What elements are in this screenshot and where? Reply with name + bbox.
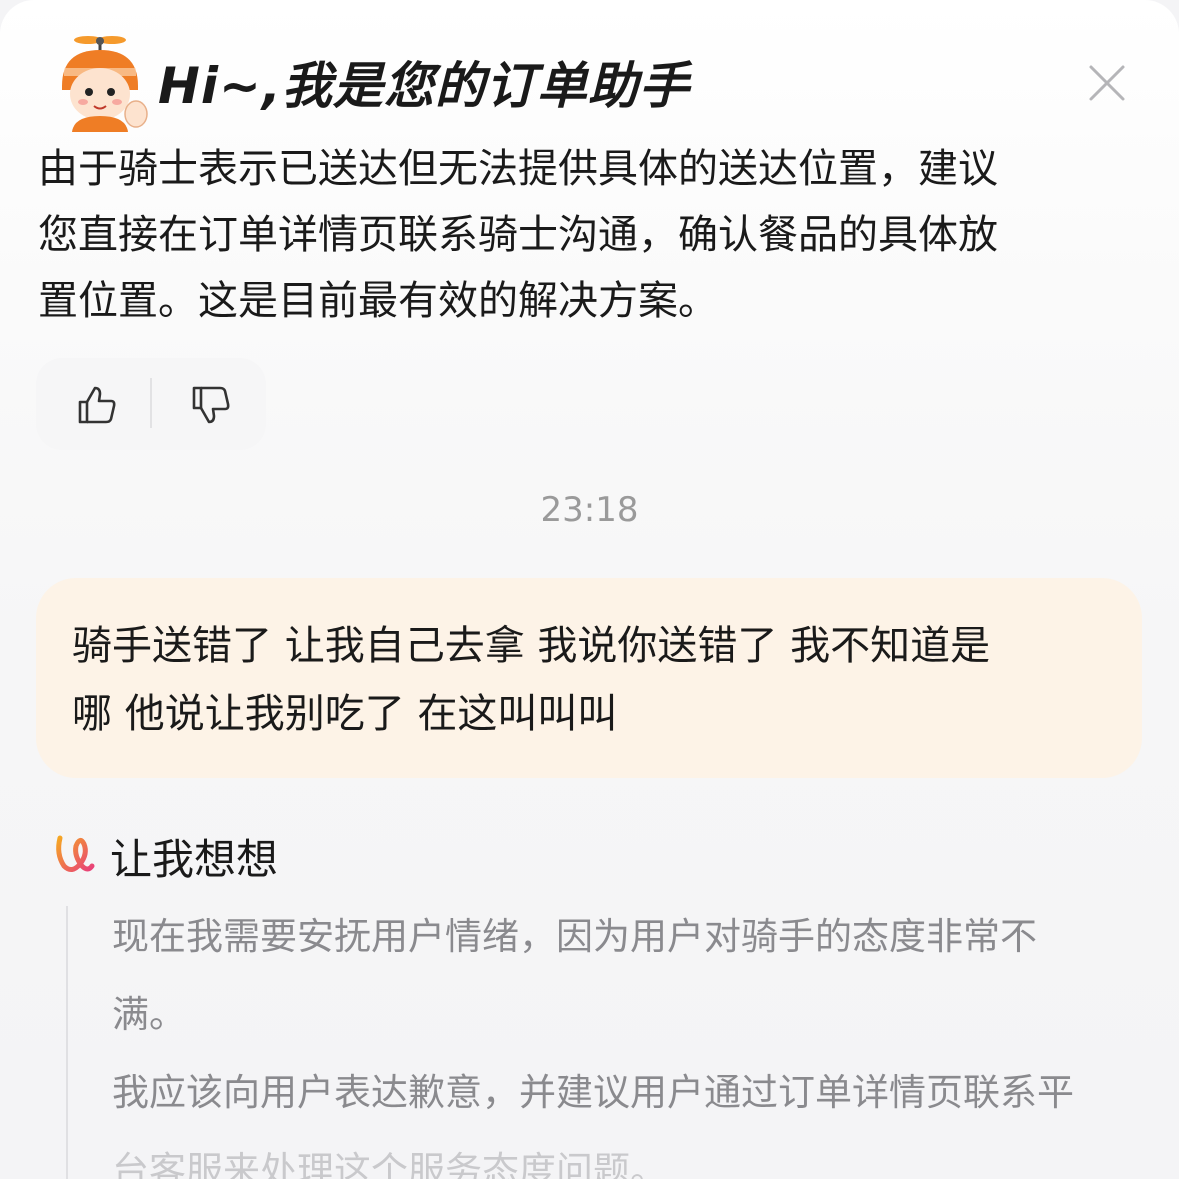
thinking-icon bbox=[56, 835, 95, 872]
assistant-message-line: 置位置。这是目前最有效的解决方案。 bbox=[38, 278, 718, 324]
assistant-message: 由于骑士表示已送达但无法提供具体的送达位置，建议 您直接在订单详情页联系骑士沟通… bbox=[38, 136, 1138, 334]
thinking-line: 现在我需要安抚用户情绪，因为用户对骑手的态度非常不 bbox=[112, 915, 1037, 958]
user-message: 骑手送错了 让我自己去拿 我说你送错了 我不知道是 哪 他说让我别吃了 在这叫叫… bbox=[72, 612, 1122, 748]
chat-panel: Hi~,我是您的订单助手 由于骑士表示已送达但无法提供具体的送达位置，建议 您直… bbox=[0, 0, 1179, 1179]
user-message-bubble: 骑手送错了 让我自己去拿 我说你送错了 我不知道是 哪 他说让我别吃了 在这叫叫… bbox=[36, 578, 1142, 778]
feedback-bar bbox=[36, 358, 266, 450]
assistant-message-line: 由于骑士表示已送达但无法提供具体的送达位置，建议 bbox=[38, 146, 998, 192]
assistant-message-line: 您直接在订单详情页联系骑士沟通，确认餐品的具体放 bbox=[38, 212, 998, 258]
thinking-line: 我应该向用户表达歉意，并建议用户通过订单详情页联系平 bbox=[112, 1071, 1074, 1114]
thinking-line: 台客服来处理这个服务态度问题。 bbox=[112, 1149, 667, 1179]
message-timestamp: 23:18 bbox=[540, 490, 639, 530]
thumbs-up-icon[interactable] bbox=[72, 380, 122, 430]
close-icon[interactable] bbox=[1082, 58, 1132, 108]
thinking-line: 满。 bbox=[112, 993, 186, 1036]
thinking-divider bbox=[66, 906, 68, 1179]
thumbs-down-icon[interactable] bbox=[186, 380, 236, 430]
assistant-avatar bbox=[62, 36, 148, 132]
thinking-content: 现在我需要安抚用户情绪，因为用户对骑手的态度非常不 满。 我应该向用户表达歉意，… bbox=[112, 898, 1152, 1179]
user-message-line: 骑手送错了 让我自己去拿 我说你送错了 我不知道是 bbox=[72, 623, 991, 669]
user-message-line: 哪 他说让我别吃了 在这叫叫叫 bbox=[72, 691, 618, 737]
feedback-divider bbox=[150, 378, 152, 428]
thinking-title[interactable]: 让我想想 bbox=[110, 826, 278, 887]
page-title: Hi~,我是您的订单助手 bbox=[158, 57, 690, 115]
header: Hi~,我是您的订单助手 bbox=[0, 0, 1179, 140]
